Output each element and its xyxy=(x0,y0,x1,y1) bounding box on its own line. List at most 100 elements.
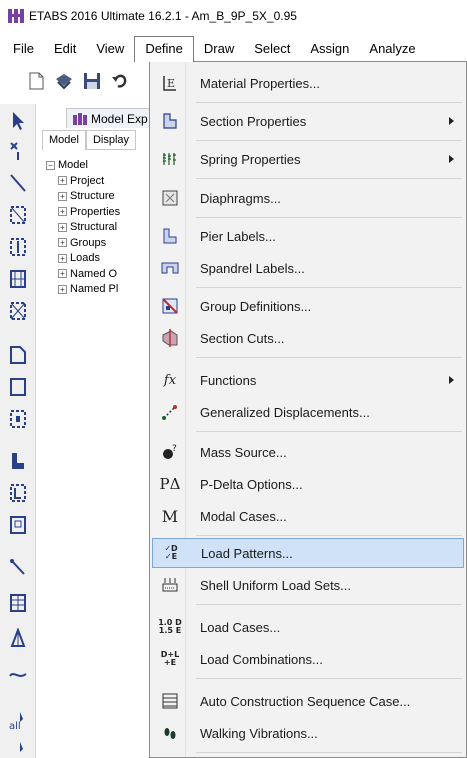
menu-assign[interactable]: Assign xyxy=(300,36,359,62)
displacement-icon xyxy=(162,405,177,420)
tree-item-properties[interactable]: + Properties xyxy=(46,205,156,221)
menu-separator xyxy=(196,431,462,432)
menu-item-load-patterns[interactable]: ✓D ✓E Load Patterns... xyxy=(152,538,464,568)
menu-item-auto-construction-sequence[interactable]: Auto Construction Sequence Case... xyxy=(152,686,464,716)
expand-icon[interactable]: + xyxy=(58,284,67,294)
menu-item-shell-uniform-load-sets[interactable]: Shell Uniform Load Sets... xyxy=(152,570,464,600)
collapse-icon[interactable]: − xyxy=(46,160,55,170)
new-file-icon[interactable] xyxy=(26,71,46,91)
menu-view[interactable]: View xyxy=(86,36,134,62)
menu-item-load-combinations[interactable]: D+L +E Load Combinations... xyxy=(152,644,464,674)
select-all-icon[interactable]: all xyxy=(8,710,28,732)
model-explorer-tab[interactable]: Model Exp xyxy=(66,108,156,128)
menu-item-functions[interactable]: fx Functions xyxy=(152,365,464,395)
tree-item-structure[interactable]: + Structure xyxy=(46,189,156,205)
menu-separator xyxy=(196,535,462,536)
left-toolbar: all xyxy=(0,104,36,758)
draw-rect-floor-icon[interactable] xyxy=(8,376,28,398)
menu-separator xyxy=(196,178,462,179)
explorer-tab-label: Model Exp xyxy=(91,111,148,126)
draw-column-icon[interactable] xyxy=(8,236,28,258)
load-pattern-icon: ✓D ✓E xyxy=(164,544,178,561)
spring-icon xyxy=(163,153,176,165)
diaphragm-icon xyxy=(162,190,178,206)
quick-wall-icon[interactable] xyxy=(8,482,28,504)
menu-separator xyxy=(196,357,462,358)
menu-item-walking-vibrations[interactable]: Walking Vibrations... xyxy=(152,718,464,748)
expand-icon[interactable]: + xyxy=(58,238,67,248)
tree-item-named-plots[interactable]: + Named Pl xyxy=(46,282,156,298)
draw-wall-icon[interactable] xyxy=(8,450,28,472)
menu-separator xyxy=(196,102,462,103)
menu-separator xyxy=(196,604,462,605)
menu-separator xyxy=(196,287,462,288)
expand-icon[interactable]: + xyxy=(58,269,67,279)
group-icon xyxy=(162,298,178,314)
title-bar: ETABS 2016 Ultimate 16.2.1 - Am_B_9P_5X_… xyxy=(0,0,467,32)
menu-item-spring-properties[interactable]: Spring Properties xyxy=(152,144,464,174)
expand-icon[interactable]: + xyxy=(58,191,67,201)
menu-separator xyxy=(196,217,462,218)
menu-item-generalized-displacements[interactable]: Generalized Displacements... xyxy=(152,397,464,427)
menu-analyze[interactable]: Analyze xyxy=(359,36,425,62)
draw-line-icon[interactable] xyxy=(8,172,28,194)
undo-icon[interactable] xyxy=(110,71,130,91)
menu-item-spandrel-labels[interactable]: Spandrel Labels... xyxy=(152,253,464,283)
menu-draw[interactable]: Draw xyxy=(194,36,244,62)
pier-icon xyxy=(163,228,177,244)
menu-item-diaphragms[interactable]: Diaphragms... xyxy=(152,183,464,213)
draw-grid-lines-icon[interactable] xyxy=(8,592,28,614)
menu-edit[interactable]: Edit xyxy=(44,36,86,62)
main-toolbar xyxy=(0,66,160,96)
reshape-icon[interactable] xyxy=(8,140,28,162)
submenu-arrow-icon xyxy=(449,117,454,125)
menu-item-pdelta-options[interactable]: PΔ P-Delta Options... xyxy=(152,469,464,499)
tree-item-groups[interactable]: + Groups xyxy=(46,236,156,252)
draw-grid-icon[interactable] xyxy=(8,268,28,290)
menu-item-group-definitions[interactable]: Group Definitions... xyxy=(152,291,464,321)
menu-item-material-properties[interactable]: E Material Properties... xyxy=(152,68,464,98)
pointer-icon[interactable] xyxy=(8,110,28,132)
draw-opening-icon[interactable] xyxy=(8,514,28,536)
draw-brace-icon[interactable] xyxy=(8,204,28,226)
mass-icon: ? xyxy=(163,444,177,459)
svg-text:all: all xyxy=(9,721,21,732)
menu-item-pier-labels[interactable]: Pier Labels... xyxy=(152,221,464,251)
draw-tendon-icon[interactable] xyxy=(8,664,28,686)
menu-item-modal-cases[interactable]: M Modal Cases... xyxy=(152,501,464,531)
window-title: ETABS 2016 Ultimate 16.2.1 - Am_B_9P_5X_… xyxy=(29,9,297,23)
expand-icon[interactable]: + xyxy=(58,207,67,217)
menu-item-section-cuts[interactable]: Section Cuts... xyxy=(152,323,464,353)
menu-select[interactable]: Select xyxy=(244,36,300,62)
tree-item-model[interactable]: − Model xyxy=(46,158,156,174)
construction-icon xyxy=(162,693,178,709)
draw-link-icon[interactable] xyxy=(8,556,28,578)
menu-define[interactable]: Define xyxy=(134,36,194,62)
shell-load-icon xyxy=(162,578,178,592)
tab-model[interactable]: Model xyxy=(42,130,86,150)
draw-cross-brace-icon[interactable] xyxy=(8,300,28,322)
menu-item-section-properties[interactable]: Section Properties xyxy=(152,106,464,136)
expand-icon[interactable]: + xyxy=(58,253,67,263)
draw-dimension-icon[interactable] xyxy=(8,627,28,650)
svg-text:?: ? xyxy=(172,444,177,454)
select-previous-icon[interactable] xyxy=(8,740,28,758)
menu-item-load-cases[interactable]: 1.0 D 1.5 E Load Cases... xyxy=(152,612,464,642)
menu-item-mass-source[interactable]: ? Mass Source... xyxy=(152,437,464,467)
save-icon[interactable] xyxy=(82,71,102,91)
tree-item-project[interactable]: + Project xyxy=(46,174,156,190)
expand-icon[interactable]: + xyxy=(58,176,67,186)
expand-icon[interactable]: + xyxy=(58,222,67,232)
open-file-icon[interactable] xyxy=(54,71,74,91)
tab-display[interactable]: Display xyxy=(85,130,137,150)
draw-floor-icon[interactable] xyxy=(8,344,28,366)
tree-item-structural[interactable]: + Structural xyxy=(46,220,156,236)
tree-item-loads[interactable]: + Loads xyxy=(46,251,156,267)
quick-floor-icon[interactable] xyxy=(8,408,28,430)
menu-file[interactable]: File xyxy=(3,36,44,62)
etabs-app-icon xyxy=(8,9,24,23)
define-menu-dropdown: E Material Properties... Section Propert… xyxy=(149,61,467,758)
section-cut-icon xyxy=(162,329,178,347)
submenu-arrow-icon xyxy=(449,155,454,163)
tree-item-named-output[interactable]: + Named O xyxy=(46,267,156,283)
